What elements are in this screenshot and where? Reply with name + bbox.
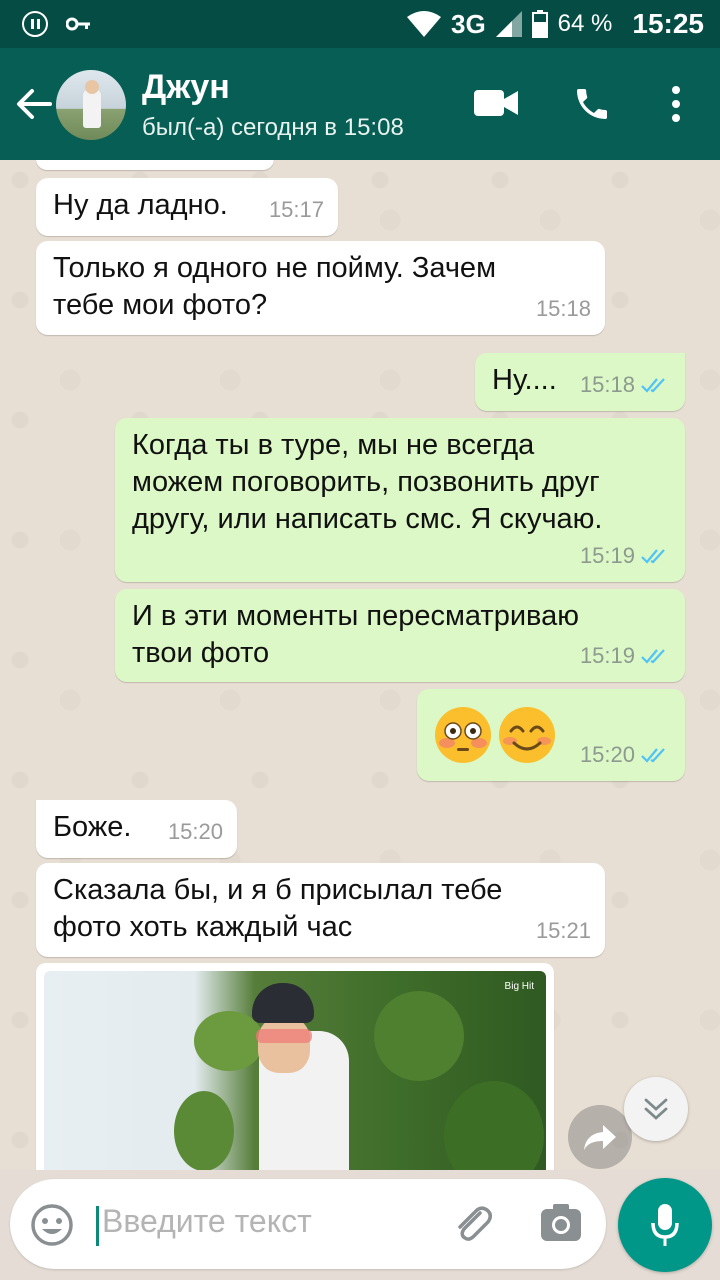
scroll-down-button[interactable] bbox=[624, 1077, 688, 1141]
photo-image[interactable]: Big Hit bbox=[44, 971, 546, 1170]
message-time: 15:17 bbox=[268, 197, 324, 222]
photo-message[interactable]: Big Hit bbox=[36, 963, 554, 1170]
read-ticks-icon bbox=[641, 548, 665, 564]
message-bubble-incoming[interactable]: Только я одного не пойму. Зачем тебе мои… bbox=[36, 241, 605, 335]
message-time: 15:18 bbox=[579, 372, 635, 397]
scroll-down-icon bbox=[644, 1098, 668, 1120]
pause-icon bbox=[22, 11, 48, 37]
message-bubble-outgoing[interactable]: И в эти моменты пересматриваю твои фото … bbox=[115, 589, 685, 682]
read-ticks-icon bbox=[641, 747, 665, 763]
compose-bar: Введите текст bbox=[0, 1170, 720, 1280]
message-time: 15:19 bbox=[579, 643, 635, 668]
message-bubble-partial bbox=[36, 160, 274, 170]
mic-icon bbox=[651, 1204, 679, 1246]
camera-icon[interactable] bbox=[540, 1203, 582, 1243]
message-bubble-outgoing[interactable]: Ну.... 15:18 bbox=[475, 353, 685, 411]
smiling-face-emoji bbox=[499, 707, 555, 763]
back-arrow-icon[interactable] bbox=[14, 84, 54, 124]
status-bar: 3G 64 % 15:25 bbox=[0, 0, 720, 48]
read-ticks-icon bbox=[641, 648, 665, 664]
last-seen: был(-а) сегодня в 15:08 bbox=[142, 114, 404, 141]
message-text: Ну да ладно. bbox=[53, 189, 228, 221]
clock: 15:25 bbox=[632, 8, 704, 39]
contact-name[interactable]: Джун bbox=[142, 68, 230, 107]
battery-level: 64 % bbox=[557, 10, 613, 37]
forward-button[interactable] bbox=[568, 1105, 632, 1169]
message-bubble-incoming[interactable]: Сказала бы, и я б присылал тебе фото хот… bbox=[36, 863, 605, 957]
message-time: 15:20 bbox=[167, 819, 223, 844]
more-vert-icon[interactable] bbox=[668, 84, 684, 124]
message-time: 15:19 bbox=[579, 543, 635, 568]
photo-watermark: Big Hit bbox=[504, 981, 534, 992]
flushed-face-emoji bbox=[435, 707, 491, 763]
message-text: Ну.... bbox=[492, 364, 557, 396]
message-input[interactable]: Введите текст bbox=[102, 1203, 312, 1240]
message-bubble-incoming[interactable]: Ну да ладно. 15:17 bbox=[36, 178, 338, 236]
key-icon bbox=[66, 17, 90, 31]
emoji-icon[interactable] bbox=[30, 1203, 74, 1247]
message-time: 15:21 bbox=[535, 918, 591, 943]
message-list[interactable]: Ну да ладно. 15:17 Только я одного не по… bbox=[0, 160, 720, 1170]
signal-icon bbox=[495, 11, 522, 37]
read-ticks-icon bbox=[641, 377, 665, 393]
message-text: Сказала бы, и я б присылал тебе фото хот… bbox=[53, 874, 503, 943]
message-input-container[interactable]: Введите текст bbox=[10, 1179, 606, 1269]
text-caret bbox=[96, 1206, 99, 1246]
message-time: 15:20 bbox=[579, 742, 635, 767]
avatar[interactable] bbox=[56, 70, 126, 140]
message-text: И в эти моменты пересматриваю твои фото bbox=[132, 600, 579, 669]
message-bubble-incoming[interactable]: Боже. 15:20 bbox=[36, 800, 237, 858]
mic-button[interactable] bbox=[618, 1178, 712, 1272]
video-call-icon[interactable] bbox=[474, 88, 518, 118]
message-bubble-outgoing[interactable]: 15:20 bbox=[417, 689, 685, 781]
message-text: Только я одного не пойму. Зачем тебе мои… bbox=[53, 252, 497, 321]
forward-icon bbox=[584, 1125, 616, 1150]
chat-header: Джун был(-а) сегодня в 15:08 bbox=[0, 48, 720, 160]
network-type: 3G bbox=[450, 8, 486, 39]
wifi-icon bbox=[406, 11, 441, 37]
phone-icon[interactable] bbox=[572, 84, 612, 124]
message-bubble-outgoing[interactable]: Когда ты в туре, мы не всегда можем пого… bbox=[115, 418, 685, 582]
message-time: 15:18 bbox=[535, 296, 591, 321]
message-text: Боже. bbox=[53, 811, 132, 843]
attach-icon[interactable] bbox=[450, 1201, 496, 1247]
message-text: Когда ты в туре, мы не всегда можем пого… bbox=[132, 429, 603, 535]
battery-icon bbox=[531, 10, 548, 38]
